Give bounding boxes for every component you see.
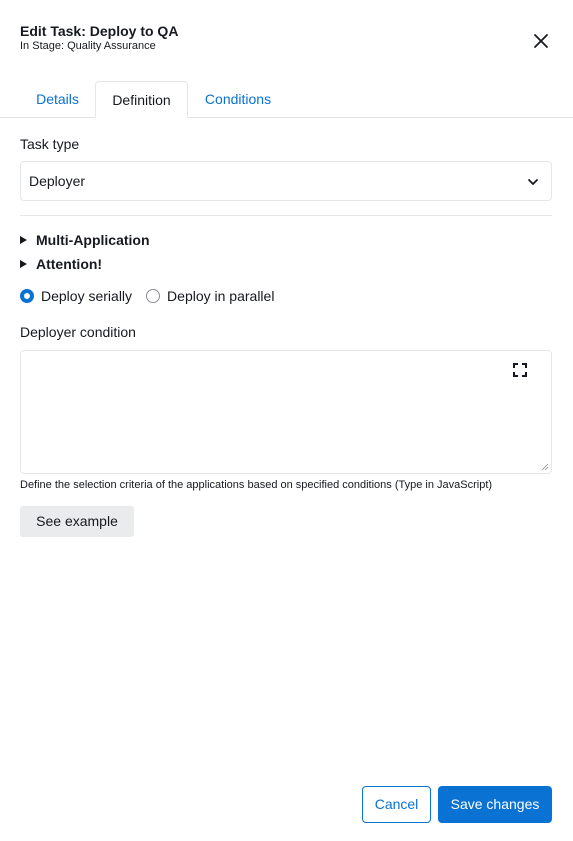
deploy-mode-radio-group: Deploy serially Deploy in parallel	[20, 288, 288, 304]
tab-definition[interactable]: Definition	[95, 81, 188, 118]
caret-right-icon	[20, 236, 27, 244]
modal-subtitle: In Stage: Quality Assurance	[20, 40, 156, 52]
tab-conditions[interactable]: Conditions	[188, 81, 288, 118]
tab-bar: Details Definition Conditions	[0, 81, 573, 118]
task-type-label: Task type	[20, 136, 80, 152]
close-button[interactable]	[532, 32, 550, 50]
save-changes-button[interactable]: Save changes	[438, 786, 552, 823]
modal-title: Edit Task: Deploy to QA	[20, 23, 179, 39]
deployer-condition-textarea[interactable]	[20, 350, 552, 474]
caret-right-icon	[20, 260, 27, 268]
expander-label: Attention!	[36, 256, 103, 272]
tab-details[interactable]: Details	[20, 81, 95, 118]
fullscreen-icon[interactable]	[513, 363, 527, 377]
radio-checked-icon	[20, 289, 34, 303]
expander-label: Multi-Application	[36, 232, 150, 248]
radio-deploy-in-parallel[interactable]: Deploy in parallel	[146, 288, 274, 304]
deployer-condition-hint: Define the selection criteria of the app…	[20, 479, 493, 491]
modal-header: Edit Task: Deploy to QA In Stage: Qualit…	[20, 22, 178, 53]
task-type-value: Deployer	[29, 173, 86, 189]
deployer-condition-label: Deployer condition	[20, 324, 136, 340]
cancel-button[interactable]: Cancel	[362, 786, 431, 823]
expander-attention[interactable]: Attention!	[20, 256, 102, 272]
task-type-select[interactable]: Deployer	[20, 161, 552, 201]
radio-label: Deploy in parallel	[167, 288, 275, 304]
radio-deploy-serially[interactable]: Deploy serially	[20, 288, 132, 304]
chevron-down-icon	[528, 179, 538, 185]
see-example-button[interactable]: See example	[20, 506, 134, 537]
expander-multi-application[interactable]: Multi-Application	[20, 232, 150, 248]
resize-handle-icon[interactable]	[541, 463, 549, 471]
radio-label: Deploy serially	[41, 288, 133, 304]
close-icon	[534, 34, 548, 48]
section-divider	[20, 215, 552, 216]
radio-unchecked-icon	[146, 289, 161, 303]
